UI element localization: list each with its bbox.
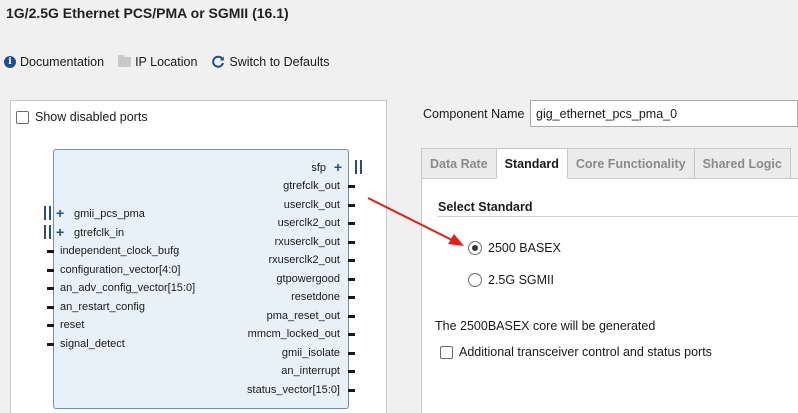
port-gtrefclk-out: gtrefclk_out <box>283 180 340 192</box>
core-info-text: The 2500BASEX core will be generated <box>435 319 656 333</box>
component-name-label: Component Name <box>423 107 525 121</box>
pin-stub <box>348 370 355 373</box>
pin-stub <box>348 315 355 318</box>
pin-stub <box>47 324 54 327</box>
port-an-adv-config-vector: an_adv_config_vector[15:0] <box>60 282 196 294</box>
documentation-button[interactable]: i Documentation <box>4 55 104 69</box>
pin-stub <box>348 222 355 225</box>
checkbox-box[interactable] <box>440 345 453 359</box>
pin-stub <box>348 204 355 207</box>
toolbar: i Documentation IP Location Switch to De… <box>0 52 339 72</box>
port-pma-reset-out: pma_reset_out <box>266 310 340 322</box>
bus-port-marker <box>355 160 362 174</box>
expand-plus-icon[interactable]: + <box>334 160 342 174</box>
pin-stub <box>47 287 54 290</box>
pin-stub <box>348 241 355 244</box>
pin-stub <box>47 343 54 346</box>
select-standard-heading: Select Standard <box>438 200 533 214</box>
port-an-interrupt: an_interrupt <box>281 365 340 377</box>
port-mmcm-locked-out: mmcm_locked_out <box>247 328 340 340</box>
tab-standard[interactable]: Standard <box>495 148 568 179</box>
switch-defaults-label: Switch to Defaults <box>229 55 330 69</box>
standard-tab-content: Select Standard 2500 BASEX 2.5G SGMII Th… <box>421 178 798 413</box>
port-signal-detect: signal_detect <box>60 338 125 350</box>
ip-block-symbol: + gmii_pcs_pma + gtrefclk_in independent… <box>44 149 362 409</box>
bus-port-marker <box>44 225 51 239</box>
port-userclk2-out: userclk2_out <box>277 217 340 229</box>
pin-stub <box>348 278 355 281</box>
port-independent-clock-bufg: independent_clock_bufg <box>60 245 180 257</box>
window-title: 1G/2.5G Ethernet PCS/PMA or SGMII (16.1) <box>6 5 289 21</box>
pin-stub <box>47 250 54 253</box>
refresh-icon <box>212 55 225 68</box>
show-disabled-ports-checkbox[interactable]: Show disabled ports <box>16 110 148 124</box>
expand-plus-icon[interactable]: + <box>56 225 64 239</box>
documentation-label: Documentation <box>20 55 105 69</box>
show-disabled-ports-label: Show disabled ports <box>35 110 148 124</box>
radio-2-5g-sgmii-label: 2.5G SGMII <box>488 273 554 287</box>
pin-stub <box>47 269 54 272</box>
tab-shared-logic[interactable]: Shared Logic <box>693 148 791 178</box>
expand-plus-icon[interactable]: + <box>56 206 64 220</box>
config-tabs: Data Rate Standard Core Functionality Sh… <box>421 148 791 179</box>
port-reset: reset <box>60 319 85 331</box>
pin-stub <box>47 306 54 309</box>
port-sfp: sfp <box>311 162 326 174</box>
port-an-restart-config: an_restart_config <box>60 301 145 313</box>
component-name-input[interactable]: gig_ethernet_pcs_pma_0 <box>530 100 798 127</box>
radio-button-selected[interactable] <box>468 241 482 255</box>
port-configuration-vector: configuration_vector[4:0] <box>60 264 181 276</box>
additional-ports-checkbox[interactable]: Additional transceiver control and statu… <box>440 345 712 359</box>
port-status-vector: status_vector[15:0] <box>247 384 340 396</box>
ip-location-button[interactable]: IP Location <box>118 55 197 69</box>
radio-button[interactable] <box>468 273 482 287</box>
tab-data-rate[interactable]: Data Rate <box>421 148 497 178</box>
radio-2-5g-sgmii[interactable]: 2.5G SGMII <box>468 273 554 287</box>
port-gtrefclk-in: gtrefclk_in <box>74 227 125 239</box>
port-userclk-out: userclk_out <box>283 199 340 211</box>
info-icon: i <box>4 56 16 68</box>
radio-2500-basex-label: 2500 BASEX <box>488 241 561 255</box>
port-rxuserclk-out: rxuserclk_out <box>274 236 340 248</box>
pin-stub <box>348 389 355 392</box>
switch-defaults-button[interactable]: Switch to Defaults <box>211 55 329 69</box>
pin-stub <box>348 185 355 188</box>
port-gmii-isolate: gmii_isolate <box>281 347 340 359</box>
port-rxuserclk2-out: rxuserclk2_out <box>268 254 340 266</box>
pin-stub <box>348 296 355 299</box>
ip-location-label: IP Location <box>135 55 198 69</box>
pin-stub <box>348 333 355 336</box>
checkbox-box[interactable] <box>16 110 29 124</box>
pin-stub <box>348 259 355 262</box>
additional-ports-label: Additional transceiver control and statu… <box>459 345 712 359</box>
radio-2500-basex[interactable]: 2500 BASEX <box>468 241 561 255</box>
ip-symbol-panel: Show disabled ports + gmii_pcs_pma + gtr… <box>10 100 387 413</box>
folder-icon <box>118 55 132 67</box>
section-divider <box>438 216 798 217</box>
bus-port-marker <box>44 206 51 220</box>
port-resetdone: resetdone <box>291 291 340 303</box>
port-gtpowergood: gtpowergood <box>276 273 340 285</box>
port-gmii-pcs-pma: gmii_pcs_pma <box>74 208 145 220</box>
pin-stub <box>348 352 355 355</box>
tab-core-functionality[interactable]: Core Functionality <box>566 148 695 178</box>
